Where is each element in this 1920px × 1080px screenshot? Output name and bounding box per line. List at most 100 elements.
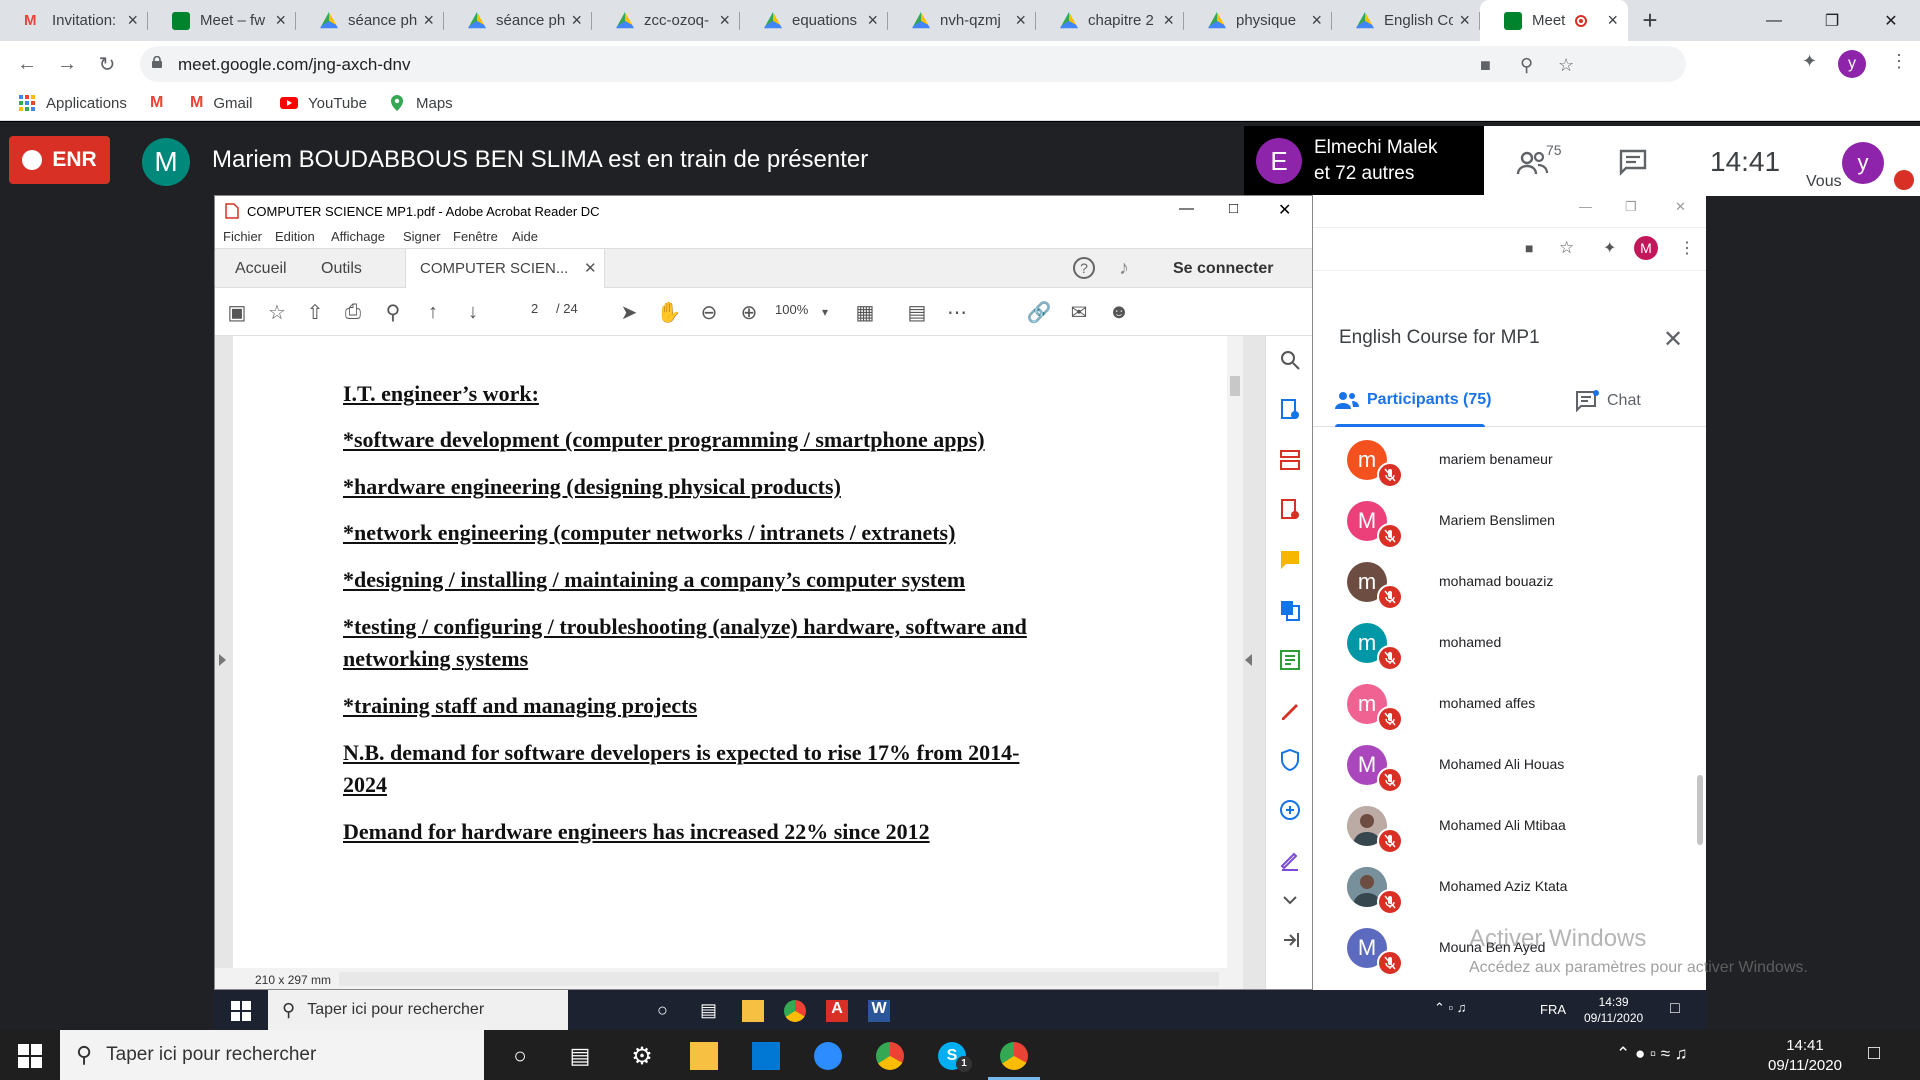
- zoom-icon[interactable]: [814, 1042, 842, 1070]
- menu-aide[interactable]: Aide: [512, 229, 538, 244]
- browser-tab[interactable]: nvh-qzmj ×: [888, 0, 1036, 41]
- task-view-icon[interactable]: ▤: [566, 1042, 594, 1070]
- new-tab-button[interactable]: +: [1628, 0, 1672, 41]
- settings-icon[interactable]: ⚙: [628, 1042, 656, 1070]
- star-icon[interactable]: ☆: [265, 300, 289, 324]
- taskbar-search-box[interactable]: ⚲ Taper ici pour rechercher: [60, 1030, 484, 1080]
- bell-icon[interactable]: ♪: [1119, 257, 1129, 280]
- zoom-in-icon[interactable]: ⊕: [737, 300, 761, 324]
- select-cursor-icon[interactable]: ➤: [617, 300, 641, 324]
- participants-button[interactable]: 75: [1516, 142, 1562, 181]
- more-icon[interactable]: ⋯: [945, 300, 969, 324]
- close-tab-icon[interactable]: ×: [1015, 10, 1026, 31]
- participant-row[interactable]: M Mohamed Ali Houas: [1313, 735, 1706, 796]
- upload-icon[interactable]: ⇧: [303, 300, 327, 324]
- close-tab-icon[interactable]: ×: [275, 10, 286, 31]
- tab-participants[interactable]: Participants (75): [1335, 390, 1491, 410]
- participant-row[interactable]: M Mariem Benslimen: [1313, 491, 1706, 552]
- create-pdf-icon[interactable]: [1278, 398, 1302, 422]
- bookmark-applications[interactable]: Applications: [18, 94, 127, 112]
- menu-affichage[interactable]: Affichage: [331, 229, 385, 244]
- close-tab-icon[interactable]: ×: [719, 10, 730, 31]
- collapse-rail-icon[interactable]: [1278, 928, 1302, 952]
- close-tab-icon[interactable]: ×: [1311, 10, 1322, 31]
- browser-tab[interactable]: séance ph ×: [296, 0, 444, 41]
- cortana-icon[interactable]: ○: [506, 1042, 534, 1070]
- participant-row[interactable]: m mohamed: [1313, 613, 1706, 674]
- share-icon[interactable]: [1278, 798, 1302, 822]
- windows-start-icon[interactable]: [16, 1042, 44, 1070]
- right-panel-toggle[interactable]: [1245, 654, 1252, 666]
- zoom-select[interactable]: 100%: [775, 302, 808, 317]
- protect-icon[interactable]: [1278, 748, 1302, 772]
- combine-files-icon[interactable]: [1278, 598, 1302, 622]
- close-tab-icon[interactable]: ✕: [584, 259, 597, 277]
- menu-signer[interactable]: Signer: [403, 229, 441, 244]
- store-icon[interactable]: [752, 1042, 780, 1070]
- browser-tab[interactable]: equations ×: [740, 0, 888, 41]
- maximize-button[interactable]: ❐: [1803, 0, 1861, 41]
- bookmark-youtube[interactable]: YouTube: [280, 94, 367, 112]
- sign-icon[interactable]: [1278, 848, 1302, 872]
- left-panel-toggle[interactable]: [219, 654, 226, 666]
- chrome-active-icon[interactable]: [1000, 1042, 1028, 1070]
- acrobat-close-button[interactable]: ✕: [1278, 200, 1291, 220]
- bookmark-maps[interactable]: Maps: [388, 94, 453, 112]
- close-window-button[interactable]: ✕: [1862, 0, 1920, 41]
- reload-icon[interactable]: ↻: [92, 49, 122, 79]
- bookmark-star-icon[interactable]: ☆: [1558, 55, 1578, 75]
- comment-icon[interactable]: [1278, 548, 1302, 572]
- participant-row[interactable]: m mariem benameur: [1313, 430, 1706, 491]
- hand-tool-icon[interactable]: ✋: [657, 300, 682, 324]
- scroll-thumb[interactable]: [1230, 376, 1240, 396]
- close-tab-icon[interactable]: ×: [127, 10, 138, 31]
- help-icon[interactable]: ?: [1073, 257, 1095, 279]
- menu-fenetre[interactable]: Fenêtre: [453, 229, 498, 244]
- close-tab-icon[interactable]: ×: [1607, 10, 1618, 31]
- close-tab-icon[interactable]: ×: [1459, 10, 1470, 31]
- tray-icons[interactable]: ⌃ ● ▫ ≈ ♫: [1616, 1044, 1688, 1064]
- bookmark-gmail-small[interactable]: M: [150, 94, 163, 112]
- save-icon[interactable]: ▣: [225, 300, 249, 324]
- panel-scrollbar[interactable]: [1697, 775, 1703, 845]
- close-tab-icon[interactable]: ×: [571, 10, 582, 31]
- expand-tools-icon[interactable]: [1278, 888, 1302, 912]
- edit-pdf-icon[interactable]: [1278, 648, 1302, 672]
- page-up-icon[interactable]: ↑: [421, 300, 445, 324]
- participant-row[interactable]: Mohamed Aziz Ktata: [1313, 857, 1706, 918]
- horizontal-scrollbar[interactable]: [339, 972, 1219, 986]
- browser-tab[interactable]: séance ph ×: [444, 0, 592, 41]
- action-center-icon[interactable]: □: [1868, 1042, 1880, 1065]
- menu-fichier[interactable]: Fichier: [223, 229, 262, 244]
- browser-tab[interactable]: Meet – fw ×: [148, 0, 296, 41]
- tab-chat[interactable]: Chat: [1575, 390, 1641, 412]
- extensions-icon[interactable]: ✦: [1802, 51, 1822, 71]
- browser-tab[interactable]: chapitre 2 ×: [1036, 0, 1184, 41]
- print-icon[interactable]: ⎙: [341, 300, 365, 324]
- page-fit-icon[interactable]: ▦: [853, 300, 877, 324]
- chevron-down-icon[interactable]: ▾: [813, 300, 837, 324]
- minimize-button[interactable]: —: [1745, 0, 1803, 41]
- participant-row[interactable]: Mohamed Ali Mtibaa: [1313, 796, 1706, 857]
- zoom-out-icon[interactable]: ⊖: [697, 300, 721, 324]
- tab-outils[interactable]: Outils: [321, 260, 362, 278]
- scroll-mode-icon[interactable]: ▤: [905, 300, 929, 324]
- close-tab-icon[interactable]: ×: [867, 10, 878, 31]
- organize-pages-icon[interactable]: [1278, 448, 1302, 472]
- browser-tab[interactable]: M Invitation: ×: [0, 0, 148, 41]
- menu-edition[interactable]: Edition: [275, 229, 315, 244]
- tab-accueil[interactable]: Accueil: [235, 260, 287, 278]
- sign-in-link[interactable]: Se connecter: [1173, 260, 1273, 278]
- page-down-icon[interactable]: ↓: [461, 300, 485, 324]
- profile-avatar[interactable]: y: [1838, 50, 1866, 78]
- address-bar[interactable]: meet.google.com/jng-axch-dnv ■ ⚲ ☆: [140, 46, 1686, 82]
- chrome-icon[interactable]: [876, 1042, 904, 1070]
- zoom-icon[interactable]: ⚲: [1520, 55, 1540, 75]
- close-panel-icon[interactable]: ✕: [1663, 325, 1683, 354]
- browser-tab[interactable]: Meet ×: [1480, 0, 1628, 41]
- forward-icon[interactable]: →: [52, 49, 82, 79]
- mail-icon[interactable]: ✉: [1067, 300, 1091, 324]
- self-avatar[interactable]: y: [1842, 142, 1884, 184]
- document-tab[interactable]: COMPUTER SCIEN... ✕: [405, 249, 605, 289]
- participant-row[interactable]: m mohamad bouaziz: [1313, 552, 1706, 613]
